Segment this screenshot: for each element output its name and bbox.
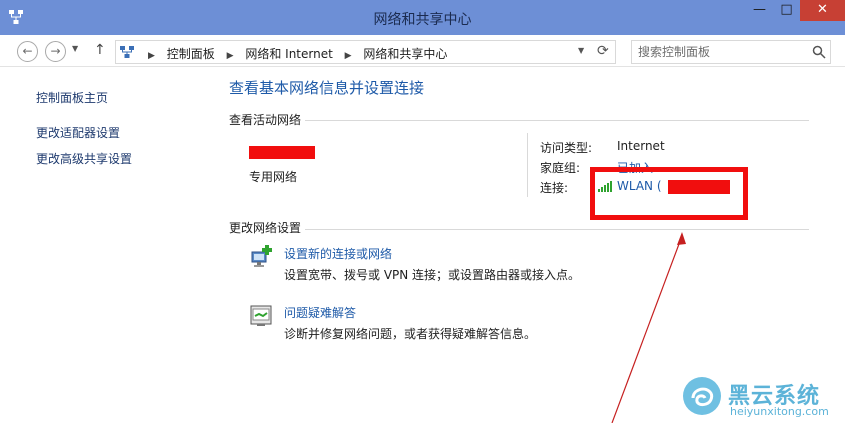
close-button[interactable]: ✕	[800, 0, 845, 21]
refresh-icon[interactable]: ⟳	[597, 43, 609, 59]
address-dropdown-icon[interactable]: ▼	[578, 46, 584, 55]
sidebar-item-change-advanced-sharing[interactable]: 更改高级共享设置	[36, 150, 132, 167]
up-button[interactable]: ↑	[94, 42, 106, 58]
back-button[interactable]: ←	[17, 41, 38, 62]
breadcrumb-item-network-sharing-center[interactable]: 网络和共享中心	[363, 47, 447, 61]
forward-button[interactable]: →	[45, 41, 66, 62]
page-title: 查看基本网络信息并设置连接	[229, 79, 425, 97]
breadcrumb-item-network-internet[interactable]: 网络和 Internet	[245, 47, 332, 61]
network-type-label: 专用网络	[249, 170, 298, 184]
access-type-label: 访问类型:	[540, 141, 593, 155]
minimize-button[interactable]: —	[746, 0, 773, 21]
breadcrumb-item-control-panel[interactable]: 控制面板	[167, 47, 215, 61]
breadcrumb-separator-icon[interactable]: ▶	[227, 51, 234, 61]
breadcrumb: ▶ 控制面板 ▶ 网络和 Internet ▶ 网络和共享中心	[140, 45, 447, 62]
active-networks-title: 查看活动网络	[229, 111, 306, 128]
sidebar-item-change-adapter-settings[interactable]: 更改适配器设置	[36, 124, 120, 141]
homegroup-label: 家庭组:	[540, 161, 581, 175]
section-divider	[229, 120, 809, 121]
window-title: 网络和共享中心	[373, 12, 472, 28]
watermark-url: heiyunxitong.com	[730, 405, 829, 418]
change-settings-title: 更改网络设置	[229, 219, 306, 236]
title-bar: 网络和共享中心 — □ ✕	[0, 0, 845, 35]
recent-locations-dropdown-icon[interactable]: ▼	[72, 44, 78, 53]
control-panel-icon	[120, 46, 134, 58]
troubleshoot-link[interactable]: 问题疑难解答	[284, 304, 356, 321]
address-bar[interactable]: ▶ 控制面板 ▶ 网络和 Internet ▶ 网络和共享中心 ▼ ⟳	[115, 40, 616, 64]
breadcrumb-separator-icon: ▶	[148, 51, 155, 61]
connection-label: 连接:	[540, 181, 569, 195]
annotation-highlight-box	[590, 167, 748, 220]
search-icon[interactable]	[812, 45, 826, 59]
heiyun-logo-icon	[683, 377, 721, 415]
network-setup-icon[interactable]	[249, 243, 275, 269]
access-type-value: Internet	[617, 139, 665, 153]
search-input[interactable]	[638, 44, 798, 60]
troubleshoot-icon[interactable]	[249, 303, 275, 329]
setup-connection-description: 设置宽带、拨号或 VPN 连接；或设置路由器或接入点。	[284, 268, 581, 282]
redacted-network-name	[249, 146, 315, 159]
sidebar-item-control-panel-home[interactable]: 控制面板主页	[36, 89, 108, 106]
maximize-button[interactable]: □	[773, 0, 800, 21]
search-box[interactable]	[631, 40, 831, 64]
breadcrumb-separator-icon[interactable]: ▶	[345, 51, 352, 61]
navigation-bar: ← → ▼ ↑ ▶ 控制面板 ▶ 网络和 Internet ▶ 网络和共享中心 …	[0, 35, 845, 67]
section-divider	[229, 229, 809, 230]
vertical-divider	[527, 133, 528, 197]
setup-connection-link[interactable]: 设置新的连接或网络	[284, 245, 392, 262]
troubleshoot-description: 诊断并修复网络问题，或者获得疑难解答信息。	[284, 327, 537, 341]
